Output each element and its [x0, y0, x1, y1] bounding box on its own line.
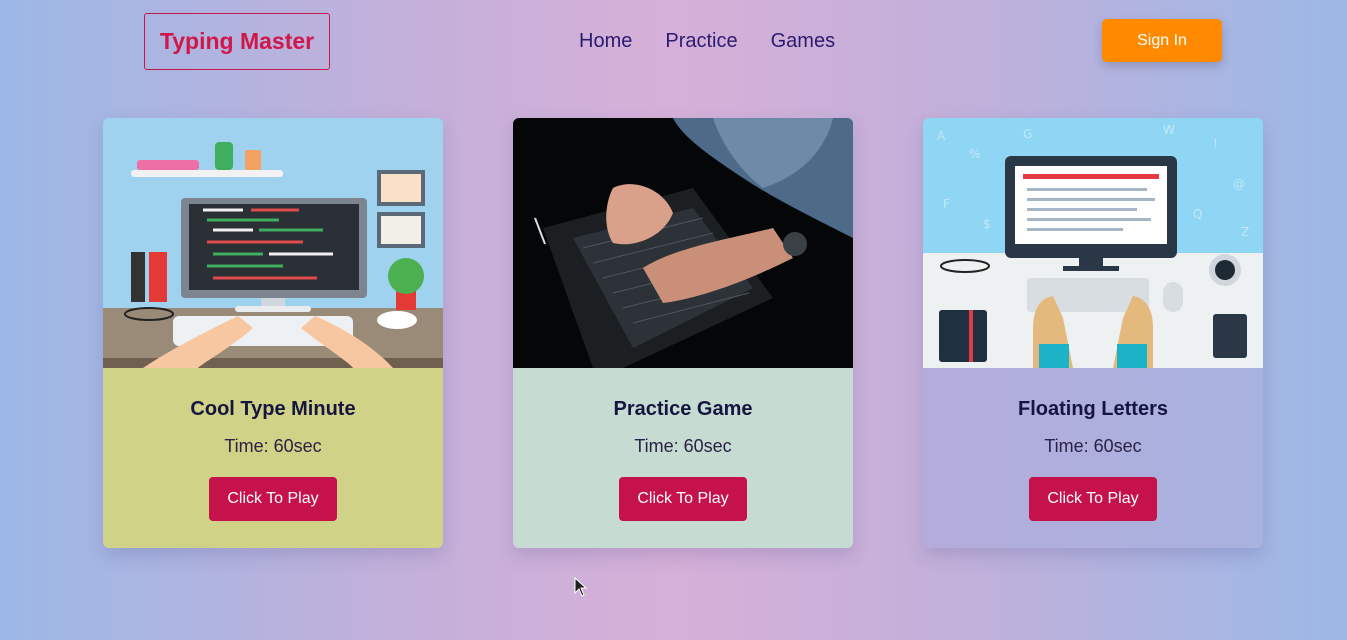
nav-games-link[interactable]: Games	[771, 30, 835, 52]
play-button[interactable]: Click To Play	[619, 477, 747, 521]
card-body: Floating Letters Time: 60sec Click To Pl…	[923, 368, 1263, 548]
play-button[interactable]: Click To Play	[209, 477, 337, 521]
card-title: Cool Type Minute	[190, 398, 356, 420]
svg-text:!: !	[1213, 137, 1218, 151]
main-nav: Home Practice Games	[579, 30, 868, 52]
card-title: Practice Game	[613, 398, 753, 420]
card-body: Practice Game Time: 60sec Click To Play	[513, 368, 853, 548]
logo[interactable]: Typing Master	[144, 13, 330, 70]
svg-text:%: %	[969, 147, 980, 161]
svg-text:F: F	[943, 197, 950, 211]
svg-text:@: @	[1233, 177, 1245, 191]
card-time: Time: 60sec	[224, 436, 322, 456]
mouse-cursor-icon	[574, 576, 588, 602]
nav-home-link[interactable]: Home	[579, 30, 632, 52]
svg-text:$: $	[983, 217, 991, 231]
game-card-floating-letters: A% F $! @ Q Z G W Floating Letters Time: 6…	[923, 118, 1263, 548]
game-card-practice-game: Practice Game Time: 60sec Click To Play	[513, 118, 853, 548]
svg-text:A: A	[937, 129, 946, 143]
card-title: Floating Letters	[1017, 398, 1168, 420]
svg-text:Z: Z	[1241, 225, 1249, 239]
sign-in-button[interactable]: Sign In	[1102, 19, 1222, 62]
hands-typing-laptop-photo	[513, 118, 853, 368]
svg-text:W: W	[1163, 123, 1175, 137]
svg-text:G: G	[1023, 127, 1032, 141]
nav-practice-link[interactable]: Practice	[665, 30, 737, 52]
play-button[interactable]: Click To Play	[1029, 477, 1157, 521]
card-time: Time: 60sec	[634, 436, 732, 456]
computer-desk-topview-illustration: A% F $! @ Q Z G W	[923, 118, 1263, 368]
desk-coding-illustration	[103, 118, 443, 368]
game-card-cool-type-minute: Cool Type Minute Time: 60sec Click To Pl…	[103, 118, 443, 548]
svg-text:Q: Q	[1193, 207, 1202, 221]
card-time: Time: 60sec	[1044, 436, 1142, 456]
card-body: Cool Type Minute Time: 60sec Click To Pl…	[103, 368, 443, 548]
